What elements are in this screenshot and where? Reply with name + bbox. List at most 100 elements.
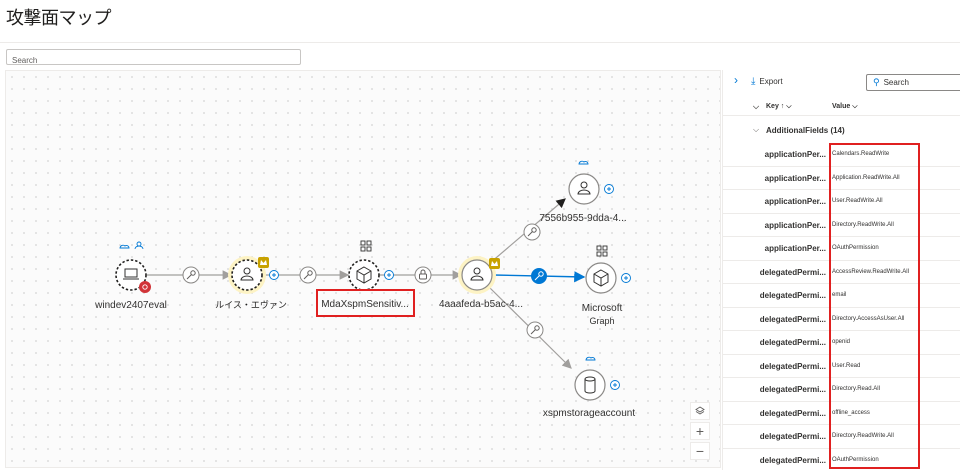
layers-button[interactable] xyxy=(690,402,710,420)
zoom-controls: + − xyxy=(690,402,710,462)
row-key: applicationPer... xyxy=(764,197,826,206)
row-key: delegatedPermi... xyxy=(759,432,826,441)
expand-plus-icon[interactable] xyxy=(384,270,394,280)
row-key: delegatedPermi... xyxy=(759,408,826,418)
row-value: OAuthPermission xyxy=(832,245,879,251)
expand-plus-icon[interactable] xyxy=(604,184,614,194)
expand-plus-icon[interactable] xyxy=(610,380,620,390)
row-value: email xyxy=(832,292,847,298)
node-label: Microsoft xyxy=(582,303,623,314)
key-column-header[interactable]: Key ↑ ⌵ xyxy=(766,103,792,111)
details-panel: › ⤓ Export ⚲ ⌵ Key ↑ ⌵ Value ⌵ ⌵ Additio… xyxy=(722,70,960,470)
node-mda[interactable]: MdaXspmSensitiv... xyxy=(316,240,415,317)
search-input[interactable] xyxy=(7,53,300,68)
row-key: delegatedPermi... xyxy=(759,267,826,277)
table-row[interactable]: delegatedPermi... Directory.AccessAsUser.… xyxy=(723,308,960,331)
node-storage[interactable]: xspmstorageaccount xyxy=(543,356,635,419)
cloud-icon xyxy=(578,160,589,165)
table-row[interactable]: applicationPer... Directory.ReadWrite.All xyxy=(723,214,960,237)
expand-plus-icon[interactable] xyxy=(269,270,279,280)
apps-icon xyxy=(360,240,372,252)
table-row[interactable]: applicationPer... OAuthPermission xyxy=(723,237,960,261)
row-key: delegatedPermi... xyxy=(759,314,826,324)
layers-icon xyxy=(695,406,705,415)
table-row[interactable]: delegatedPermi... User.Read xyxy=(723,355,960,378)
row-value: AccessReview.ReadWrite.All xyxy=(832,268,909,275)
table-row[interactable]: applicationPer... Calendars.ReadWrite xyxy=(723,143,960,167)
node-luis[interactable]: ルイス・エヴァン xyxy=(215,256,287,311)
collapse-all-chevron-icon[interactable]: ⌵ xyxy=(753,102,759,112)
row-value: User.ReadWrite.All xyxy=(832,198,883,204)
search-icon: ⚲ xyxy=(873,77,880,87)
node-label: Graph xyxy=(589,316,614,326)
node-label: 4aaafeda-b5ac-4... xyxy=(439,299,523,310)
node-4aaafeda[interactable]: 4aaafeda-b5ac-4... xyxy=(439,256,523,310)
row-value: Directory.ReadWrite.All xyxy=(832,221,894,228)
node-label: 7556b955-9dda-4... xyxy=(539,213,626,224)
page-title: 攻撃面マップ xyxy=(6,8,112,29)
row-value: Calendars.ReadWrite xyxy=(832,151,890,157)
row-value: offline_access xyxy=(832,409,870,416)
row-value: User.Read xyxy=(832,362,861,369)
group-header[interactable]: ⌵ AdditionalFields (14) xyxy=(723,121,960,141)
key-icon[interactable] xyxy=(523,223,541,241)
row-key: delegatedPermi... xyxy=(759,455,826,465)
group-label: AdditionalFields (14) xyxy=(766,126,845,135)
row-key: delegatedPermi... xyxy=(759,291,826,300)
row-key: applicationPer... xyxy=(764,220,826,230)
zoom-out-button[interactable]: − xyxy=(690,442,710,460)
value-column-header[interactable]: Value ⌵ xyxy=(832,103,858,111)
download-icon: ⤓ xyxy=(751,76,756,87)
panel-search-box[interactable]: ⚲ xyxy=(866,74,960,91)
header-divider xyxy=(0,42,960,43)
node-windev[interactable]: windev2407eval xyxy=(94,241,167,311)
table-row[interactable]: delegatedPermi... Directory.ReadWrite.All xyxy=(723,425,960,449)
column-header: ⌵ Key ↑ ⌵ Value ⌵ xyxy=(723,98,960,116)
alert-badge-icon xyxy=(139,281,151,293)
panel-search-input[interactable] xyxy=(883,78,954,87)
attack-graph[interactable]: windev2407eval ルイス・エヴァン MdaXspmSensitiv.… xyxy=(6,71,721,468)
cloud-icon xyxy=(119,244,130,249)
key-icon[interactable] xyxy=(299,266,317,284)
search-box[interactable] xyxy=(6,49,301,68)
row-value: Directory.Read.All xyxy=(832,386,880,392)
expand-plus-icon[interactable] xyxy=(621,273,631,283)
row-key: delegatedPermi... xyxy=(759,385,826,394)
node-label: MdaXspmSensitiv... xyxy=(321,299,409,310)
key-icon[interactable] xyxy=(531,268,547,284)
table-row[interactable]: delegatedPermi... openid xyxy=(723,331,960,355)
chevron-down-icon: ⌵ xyxy=(753,125,760,134)
row-value: Directory.AccessAsUser.All xyxy=(832,315,905,322)
export-button[interactable]: ⤓ Export xyxy=(751,76,783,87)
row-key: applicationPer... xyxy=(764,244,826,253)
crown-icon xyxy=(489,258,500,269)
node-label: windev2407eval xyxy=(94,300,167,311)
table-row[interactable]: delegatedPermi... Directory.Read.All xyxy=(723,378,960,402)
attack-map-canvas[interactable]: windev2407eval ルイス・エヴァン MdaXspmSensitiv.… xyxy=(5,70,721,468)
property-rows: applicationPer... Calendars.ReadWrite app… xyxy=(723,143,960,470)
row-value: Directory.ReadWrite.All xyxy=(832,433,894,439)
collapse-panel-chevron-icon[interactable]: › xyxy=(734,73,738,87)
cloud-icon xyxy=(585,356,596,361)
table-row[interactable]: delegatedPermi... offline_access xyxy=(723,402,960,425)
crown-icon xyxy=(258,257,269,268)
zoom-in-button[interactable]: + xyxy=(690,422,710,440)
node-label: xspmstorageaccount xyxy=(543,408,635,419)
table-row[interactable]: delegatedPermi... AccessReview.ReadWrite.… xyxy=(723,261,960,284)
table-row[interactable]: delegatedPermi... email xyxy=(723,284,960,308)
table-row[interactable]: delegatedPermi... OAuthPermission xyxy=(723,449,960,470)
row-key: delegatedPermi... xyxy=(759,361,826,371)
export-label: Export xyxy=(759,77,783,86)
lock-icon[interactable] xyxy=(414,266,432,284)
table-row[interactable]: applicationPer... Application.ReadWrite.A… xyxy=(723,167,960,190)
node-label: ルイス・エヴァン xyxy=(215,299,287,311)
node-microsoft-graph[interactable]: Microsoft Graph xyxy=(582,245,631,326)
row-value: Application.ReadWrite.All xyxy=(832,174,900,181)
table-row[interactable]: applicationPer... User.ReadWrite.All xyxy=(723,190,960,214)
key-icon[interactable] xyxy=(182,266,200,284)
row-key: applicationPer... xyxy=(764,173,826,183)
users-icon xyxy=(134,241,144,250)
key-icon[interactable] xyxy=(526,321,544,339)
row-key: delegatedPermi... xyxy=(759,338,826,347)
node-7556b955[interactable]: 7556b955-9dda-4... xyxy=(539,160,627,224)
